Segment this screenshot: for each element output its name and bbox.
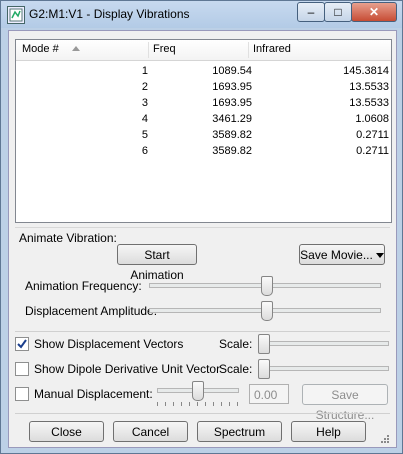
infrared-cell: 145.3814 bbox=[343, 65, 389, 77]
column-header-infrared[interactable]: Infrared bbox=[253, 43, 291, 55]
infrared-cell: 13.5533 bbox=[349, 97, 389, 109]
mode-cell: 3 bbox=[141, 97, 148, 109]
app-icon bbox=[7, 6, 25, 24]
manual-displacement-value[interactable]: 0.00 bbox=[249, 384, 289, 404]
freq-cell: 1089.54 bbox=[212, 65, 252, 77]
divider bbox=[15, 331, 390, 332]
freq-cell: 3589.82 bbox=[212, 145, 252, 157]
save-structure-button[interactable]: Save Structure... bbox=[302, 384, 388, 422]
column-header-freq[interactable]: Freq bbox=[153, 43, 176, 55]
displacement-scale-track[interactable] bbox=[259, 341, 389, 346]
slider-tick bbox=[197, 402, 198, 406]
animation-frequency-label: Animation Frequency: bbox=[25, 279, 142, 293]
freq-cell: 3461.29 bbox=[212, 113, 252, 125]
show-dipole-derivative-checkbox[interactable] bbox=[15, 362, 29, 376]
title-bar[interactable]: G2:M1:V1 - Display Vibrations – □ ✕ bbox=[1, 1, 402, 28]
sort-ascending-icon bbox=[72, 46, 80, 51]
table-row[interactable]: 1 1089.54 145.3814 bbox=[16, 65, 391, 79]
window-title: G2:M1:V1 - Display Vibrations bbox=[29, 7, 190, 21]
dipole-scale-slider[interactable] bbox=[257, 359, 270, 379]
save-movie-button[interactable]: Save Movie... bbox=[299, 244, 385, 265]
column-divider[interactable] bbox=[148, 42, 149, 58]
slider-tick bbox=[181, 402, 182, 406]
infrared-cell: 0.2711 bbox=[356, 145, 389, 157]
displacement-amplitude-slider[interactable] bbox=[261, 301, 274, 321]
slider-tick bbox=[189, 402, 190, 406]
infrared-cell: 0.2711 bbox=[356, 129, 389, 141]
mode-cell: 1 bbox=[141, 65, 148, 77]
dipole-scale-label: Scale: bbox=[219, 362, 253, 376]
infrared-cell: 1.0608 bbox=[355, 113, 389, 125]
freq-cell: 3589.82 bbox=[212, 129, 252, 141]
manual-displacement-label[interactable]: Manual Displacement: bbox=[34, 387, 153, 401]
maximize-button[interactable]: □ bbox=[324, 2, 352, 22]
displacement-amplitude-label: Displacement Amplitude: bbox=[25, 304, 158, 318]
slider-tick bbox=[165, 402, 166, 406]
mode-cell: 5 bbox=[141, 129, 148, 141]
table-header: Mode # Freq Infrared bbox=[16, 40, 391, 61]
dialog-client: Mode # Freq Infrared 1 1089.54 145.3814 2 1… bbox=[8, 30, 397, 448]
spectrum-button[interactable]: Spectrum bbox=[197, 421, 282, 442]
dipole-scale-track[interactable] bbox=[259, 366, 389, 371]
freq-cell: 1693.95 bbox=[212, 97, 252, 109]
dropdown-arrow-icon bbox=[375, 253, 384, 259]
close-button[interactable]: Close bbox=[29, 421, 104, 442]
table-row[interactable]: 3 1693.95 13.5533 bbox=[16, 97, 391, 111]
show-dipole-derivative-label[interactable]: Show Dipole Derivative Unit Vector bbox=[34, 362, 220, 376]
slider-tick bbox=[205, 402, 206, 406]
table-row[interactable]: 5 3589.82 0.2711 bbox=[16, 129, 391, 143]
table-row[interactable]: 2 1693.95 13.5533 bbox=[16, 81, 391, 95]
save-movie-label: Save Movie... bbox=[300, 248, 373, 262]
animation-frequency-slider[interactable] bbox=[261, 276, 274, 296]
table-row[interactable]: 4 3461.29 1.0608 bbox=[16, 113, 391, 127]
cancel-button[interactable]: Cancel bbox=[113, 421, 188, 442]
manual-displacement-slider[interactable] bbox=[192, 381, 204, 401]
column-header-mode[interactable]: Mode # bbox=[22, 43, 59, 55]
mode-cell: 6 bbox=[141, 145, 148, 157]
column-divider[interactable] bbox=[248, 42, 249, 58]
slider-tick bbox=[213, 402, 214, 406]
display-vibrations-window: G2:M1:V1 - Display Vibrations – □ ✕ Mode… bbox=[0, 0, 403, 454]
help-button[interactable]: Help bbox=[291, 421, 366, 442]
slider-tick bbox=[157, 402, 158, 406]
animate-vibration-label: Animate Vibration: bbox=[19, 231, 117, 245]
mode-cell: 2 bbox=[141, 81, 148, 93]
close-window-button[interactable]: ✕ bbox=[351, 2, 397, 22]
slider-tick bbox=[237, 402, 238, 406]
mode-cell: 4 bbox=[141, 113, 148, 125]
displacement-scale-label: Scale: bbox=[219, 337, 253, 351]
divider bbox=[15, 413, 390, 414]
minimize-button[interactable]: – bbox=[297, 2, 325, 22]
displacement-scale-slider[interactable] bbox=[257, 334, 270, 354]
show-displacement-vectors-checkbox[interactable] bbox=[15, 337, 29, 351]
vibration-modes-table[interactable]: Mode # Freq Infrared 1 1089.54 145.3814 2 1… bbox=[15, 39, 392, 223]
start-animation-button[interactable]: Start Animation bbox=[117, 244, 197, 282]
infrared-cell: 13.5533 bbox=[349, 81, 389, 93]
slider-tick bbox=[221, 402, 222, 406]
manual-displacement-checkbox[interactable] bbox=[15, 387, 29, 401]
resize-grip-icon[interactable] bbox=[379, 433, 389, 443]
show-displacement-vectors-label[interactable]: Show Displacement Vectors bbox=[34, 337, 183, 351]
freq-cell: 1693.95 bbox=[212, 81, 252, 93]
table-row[interactable]: 6 3589.82 0.2711 bbox=[16, 145, 391, 159]
slider-tick bbox=[173, 402, 174, 406]
slider-tick bbox=[229, 402, 230, 406]
